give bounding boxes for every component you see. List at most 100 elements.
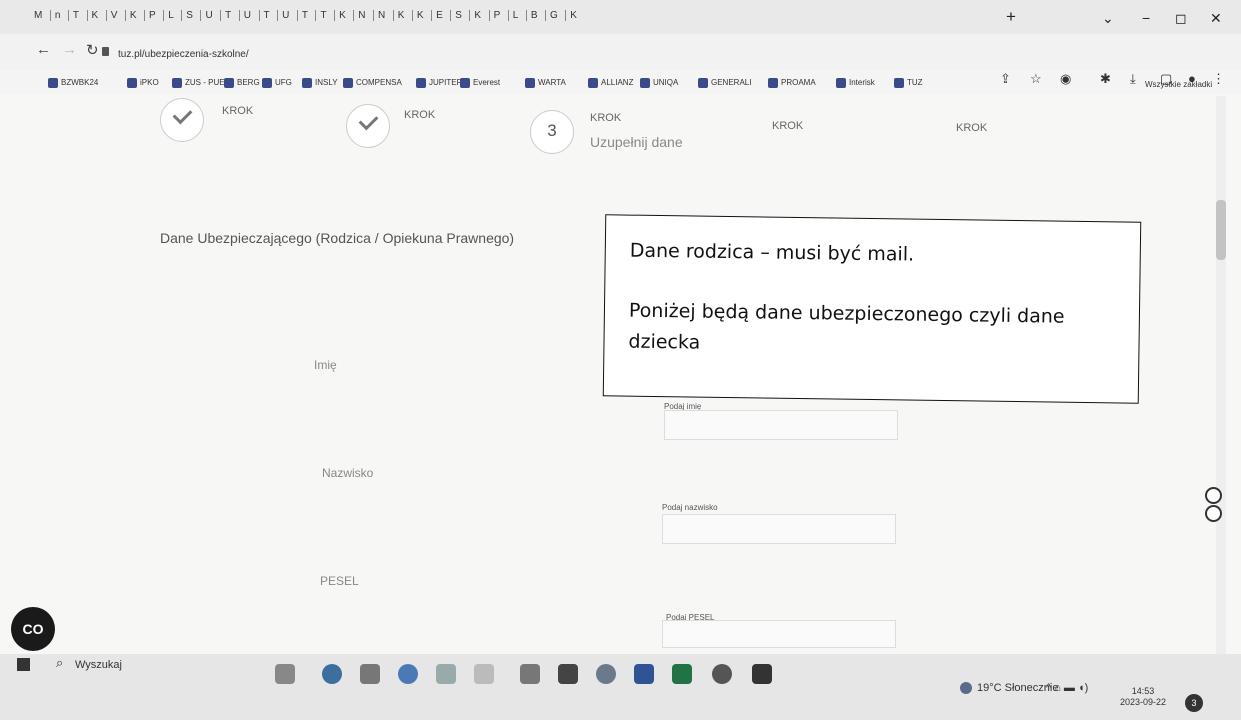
menu-icon[interactable]: ⋮ bbox=[1212, 71, 1225, 87]
bookmark-item[interactable]: WARTA bbox=[525, 78, 566, 88]
bookmark-label: ZUS - PUE bbox=[185, 78, 225, 88]
browser-tab[interactable]: K bbox=[417, 10, 424, 21]
bookmark-item[interactable]: ZUS - PUE bbox=[172, 78, 225, 88]
chrome-icon[interactable] bbox=[398, 664, 418, 684]
browser-tab[interactable]: S bbox=[455, 10, 462, 21]
close-window-icon[interactable]: ✕ bbox=[1210, 10, 1222, 27]
first-name-input[interactable] bbox=[664, 410, 898, 440]
settings-widget-icon[interactable] bbox=[1205, 487, 1222, 504]
browser-tab[interactable]: N bbox=[378, 10, 386, 21]
browser-tab[interactable]: n bbox=[55, 10, 61, 21]
forward-icon[interactable]: → bbox=[62, 41, 77, 58]
browser-tab[interactable]: T bbox=[73, 10, 80, 21]
bookmark-icon bbox=[48, 78, 58, 88]
reload-icon[interactable]: ↻ bbox=[86, 41, 99, 59]
browser-tab[interactable]: E bbox=[436, 10, 443, 21]
clock[interactable]: 14:53 2023-09-22 bbox=[1120, 686, 1166, 708]
browser-tab[interactable]: G bbox=[550, 10, 558, 21]
browser-tab[interactable]: K bbox=[130, 10, 137, 21]
bookmark-label: INSLY bbox=[315, 78, 338, 88]
check-icon bbox=[172, 104, 193, 125]
bookmark-item[interactable]: iPKO bbox=[127, 78, 159, 88]
browser-tab[interactable]: P bbox=[494, 10, 501, 21]
bookmark-item[interactable]: BERG bbox=[224, 78, 260, 88]
system-tray-icons[interactable]: ^ ⌂ ▬ ◖) bbox=[1046, 682, 1088, 694]
share-icon[interactable]: ⇪ bbox=[1000, 71, 1011, 87]
browser-tab[interactable]: T bbox=[264, 10, 271, 21]
star-icon[interactable]: ☆ bbox=[1030, 71, 1042, 87]
app-icon[interactable] bbox=[596, 664, 616, 684]
step-2-circle bbox=[346, 104, 390, 148]
browser-tab[interactable]: L bbox=[168, 10, 174, 21]
bookmark-item[interactable]: INSLY bbox=[302, 78, 338, 88]
excel-icon[interactable] bbox=[672, 664, 692, 684]
bookmark-item[interactable]: UNIQA bbox=[640, 78, 678, 88]
page-scrollbar[interactable] bbox=[1216, 96, 1226, 682]
browser-tab[interactable]: U bbox=[282, 10, 290, 21]
taskbar-search[interactable]: Wyszukaj bbox=[75, 659, 122, 671]
bookmark-item[interactable]: BZWBK24 bbox=[48, 78, 98, 88]
tab-separator bbox=[507, 10, 509, 21]
puzzle-icon[interactable]: ✱ bbox=[1100, 71, 1111, 87]
tab-list-icon[interactable]: ⌄ bbox=[1102, 10, 1114, 27]
browser-tab[interactable]: K bbox=[570, 10, 577, 21]
widget-icon[interactable] bbox=[1205, 505, 1222, 522]
windows-start-icon[interactable] bbox=[17, 658, 30, 671]
app-icon[interactable] bbox=[474, 664, 494, 684]
word-icon[interactable] bbox=[634, 664, 654, 684]
task-view-icon[interactable] bbox=[275, 664, 295, 684]
bookmark-item[interactable]: ALLIANZ bbox=[588, 78, 633, 88]
app-icon[interactable] bbox=[436, 664, 456, 684]
url-field[interactable]: tuz.pl/ubezpieczenia-szkolne/ bbox=[118, 49, 249, 60]
weather-widget[interactable]: 19°C Słonecznie bbox=[960, 682, 1058, 695]
bookmark-item[interactable]: Interisk bbox=[836, 78, 875, 88]
browser-tab[interactable]: M bbox=[34, 10, 43, 21]
last-name-input[interactable] bbox=[662, 514, 896, 544]
bookmark-item[interactable]: JUPITER bbox=[416, 78, 462, 88]
maximize-icon[interactable]: ◻ bbox=[1175, 10, 1187, 27]
browser-tab[interactable]: K bbox=[398, 10, 405, 21]
app-icon[interactable] bbox=[712, 664, 732, 684]
minimize-icon[interactable]: − bbox=[1142, 10, 1150, 26]
browser-tab[interactable]: U bbox=[205, 10, 213, 21]
browser-tab[interactable]: K bbox=[339, 10, 346, 21]
download-icon[interactable]: ⤓ bbox=[1130, 71, 1136, 87]
browser-tab[interactable]: T bbox=[320, 10, 327, 21]
browser-tab[interactable]: N bbox=[358, 10, 366, 21]
bookmark-item[interactable]: Everest bbox=[460, 78, 500, 88]
notifications-badge[interactable]: 3 bbox=[1185, 694, 1203, 712]
tab-separator bbox=[431, 10, 433, 21]
browser-tab[interactable]: T bbox=[225, 10, 232, 21]
bookmark-icon bbox=[588, 78, 598, 88]
bookmark-item[interactable]: COMPENSA bbox=[343, 78, 402, 88]
browser-tab[interactable]: B bbox=[531, 10, 538, 21]
tab-strip[interactable]: MnTKVKPLSUTUTUTTKNNKKESKPLBGK bbox=[34, 10, 580, 21]
bookmark-item[interactable]: UFG bbox=[262, 78, 292, 88]
browser-tab[interactable]: S bbox=[186, 10, 193, 21]
app-icon[interactable] bbox=[520, 664, 540, 684]
browser-tab[interactable]: K bbox=[92, 10, 99, 21]
browser-tab[interactable]: T bbox=[302, 10, 309, 21]
chat-button[interactable]: CO bbox=[11, 607, 55, 651]
file-explorer-icon[interactable] bbox=[360, 664, 380, 684]
back-icon[interactable]: ← bbox=[36, 41, 51, 58]
scrollbar-thumb[interactable] bbox=[1216, 200, 1226, 260]
acrobat-icon[interactable] bbox=[752, 664, 772, 684]
pesel-input[interactable] bbox=[662, 620, 896, 648]
bookmark-label: PROAMA bbox=[781, 78, 816, 88]
edge-icon[interactable] bbox=[322, 664, 342, 684]
browser-tab[interactable]: L bbox=[513, 10, 519, 21]
new-tab-button[interactable]: + bbox=[1006, 7, 1016, 27]
bookmark-item[interactable]: PROAMA bbox=[768, 78, 816, 88]
extension-icon[interactable]: ◉ bbox=[1060, 71, 1071, 87]
browser-tab[interactable]: K bbox=[474, 10, 481, 21]
all-bookmarks-link[interactable]: Wszystkie zakładki bbox=[1145, 80, 1212, 89]
app-icon[interactable] bbox=[558, 664, 578, 684]
browser-tab[interactable]: U bbox=[244, 10, 252, 21]
bookmark-label: Interisk bbox=[849, 78, 875, 88]
bookmark-item[interactable]: GENERALI bbox=[698, 78, 751, 88]
browser-tab[interactable]: V bbox=[111, 10, 118, 21]
bookmark-item[interactable]: TUZ bbox=[894, 78, 923, 88]
browser-tab[interactable]: P bbox=[149, 10, 156, 21]
search-icon[interactable]: ⌕ bbox=[56, 655, 63, 671]
